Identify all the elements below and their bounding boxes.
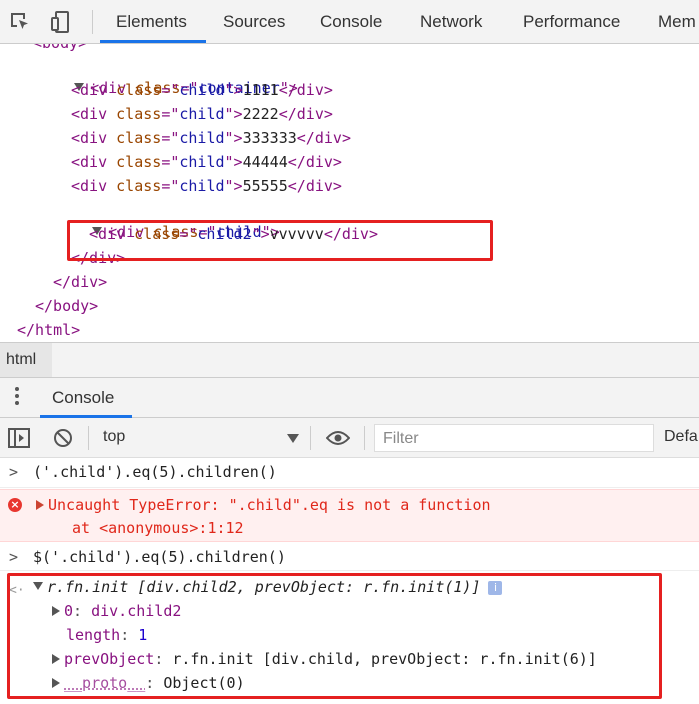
sixth-child-node[interactable]: <div class="child"> bbox=[56, 199, 280, 241]
prompt-chevron-icon: > bbox=[9, 548, 19, 566]
console-toolbar: top Filter Defa bbox=[0, 418, 699, 458]
command-text[interactable]: ('.child').eq(5).children() bbox=[33, 463, 277, 481]
device-toolbar-icon[interactable] bbox=[50, 10, 74, 34]
breadcrumb: html bbox=[0, 342, 699, 378]
show-sidebar-icon[interactable] bbox=[8, 428, 30, 453]
devtools-tabbar: Elements Sources Console Network Perform… bbox=[0, 0, 699, 44]
drawer-tab-console[interactable]: Console bbox=[52, 388, 114, 408]
elements-tree: <body> <div class="container"> <div clas… bbox=[0, 44, 699, 342]
filter-input[interactable]: Filter bbox=[374, 424, 654, 452]
command-text[interactable]: $('.child').eq(5).children() bbox=[33, 548, 286, 566]
child-node[interactable]: <div class="child">55555</div> bbox=[71, 175, 342, 197]
live-expression-eye-icon[interactable] bbox=[325, 430, 351, 451]
error-x-icon: × bbox=[8, 498, 22, 512]
toolbar-separator bbox=[88, 426, 89, 450]
close-html-tag[interactable]: </html> bbox=[17, 319, 80, 341]
highlight-box bbox=[7, 573, 662, 699]
child-node[interactable]: <div class="child">333333</div> bbox=[71, 127, 351, 149]
child-node[interactable]: <div class="child">1111</div> bbox=[71, 79, 333, 101]
chevron-down-icon[interactable] bbox=[287, 434, 299, 443]
tab-sources[interactable]: Sources bbox=[223, 12, 285, 32]
more-options-icon[interactable] bbox=[15, 387, 19, 408]
clear-console-icon[interactable] bbox=[53, 428, 73, 453]
tab-performance[interactable]: Performance bbox=[523, 12, 620, 32]
tab-console[interactable]: Console bbox=[320, 12, 382, 32]
tab-network[interactable]: Network bbox=[420, 12, 482, 32]
inspect-element-icon[interactable] bbox=[8, 10, 32, 34]
context-selector[interactable]: top bbox=[103, 428, 125, 446]
child-node[interactable]: <div class="child">44444</div> bbox=[71, 151, 342, 173]
console-input-entry: > ('.child').eq(5).children() bbox=[0, 458, 699, 488]
tab-memory[interactable]: Mem bbox=[658, 12, 696, 32]
expand-triangle-icon[interactable] bbox=[36, 499, 44, 510]
close-container-tag[interactable]: </div> bbox=[53, 271, 107, 293]
drawer-header: Console bbox=[0, 378, 699, 418]
highlight-box bbox=[67, 220, 493, 261]
prompt-chevron-icon: > bbox=[9, 463, 19, 481]
error-message[interactable]: Uncaught TypeError: ".child".eq is not a… bbox=[36, 496, 491, 514]
error-location[interactable]: at <anonymous>:1:12 bbox=[72, 519, 244, 537]
toolbar-separator bbox=[310, 426, 311, 450]
child-node[interactable]: <div class="child">2222</div> bbox=[71, 103, 333, 125]
log-levels-dropdown[interactable]: Defa bbox=[664, 428, 698, 446]
tab-elements[interactable]: Elements bbox=[116, 12, 187, 32]
close-body-tag[interactable]: </body> bbox=[35, 295, 98, 317]
container-node[interactable]: <div class="container"> bbox=[38, 55, 298, 97]
console-input-entry: > $('.child').eq(5).children() bbox=[0, 543, 699, 571]
active-tab-indicator bbox=[100, 40, 206, 43]
body-open-tag[interactable]: <body> bbox=[33, 44, 87, 54]
console-error-entry: × Uncaught TypeError: ".child".eq is not… bbox=[0, 489, 699, 542]
toolbar-separator bbox=[92, 10, 93, 34]
toolbar-separator bbox=[364, 426, 365, 450]
breadcrumb-html[interactable]: html bbox=[0, 343, 52, 377]
